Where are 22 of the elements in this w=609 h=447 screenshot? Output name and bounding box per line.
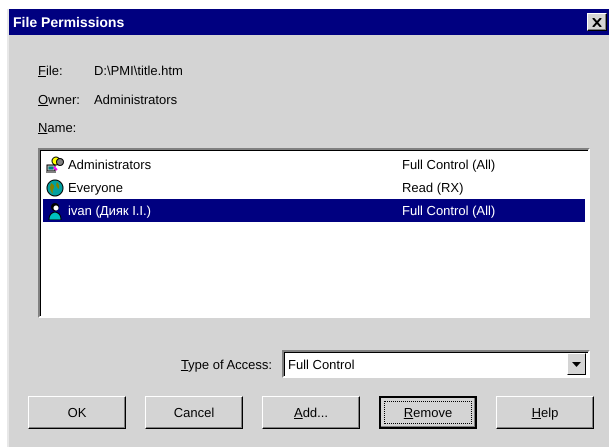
dropdown-arrow-icon bbox=[572, 362, 581, 366]
access-dropdown[interactable]: Full Control bbox=[282, 350, 590, 378]
dialog-button[interactable]: Remove bbox=[379, 396, 477, 429]
close-button[interactable] bbox=[587, 13, 607, 31]
close-icon bbox=[592, 18, 602, 26]
name-label: Name: bbox=[38, 119, 78, 137]
dialog-button[interactable]: Add... bbox=[262, 396, 360, 429]
globe-icon bbox=[46, 178, 64, 196]
dialog-button[interactable]: Cancel bbox=[145, 396, 243, 429]
dialog-button[interactable]: OK bbox=[28, 396, 126, 429]
dialog-button[interactable]: Help bbox=[496, 396, 594, 429]
permission-row[interactable]: ivan (Дияк I.I.) Full Control (All) bbox=[43, 199, 585, 222]
users-computer-icon bbox=[46, 156, 64, 174]
field-value: D:\PMI\title.htm bbox=[94, 62, 184, 80]
access-label: Type of Access: bbox=[180, 356, 272, 372]
person-icon bbox=[46, 202, 64, 220]
window-title: File Permissions bbox=[13, 14, 124, 30]
field-value: Administrators bbox=[94, 91, 178, 109]
field-label: File: bbox=[38, 62, 64, 80]
field-label: Owner: bbox=[38, 91, 81, 109]
permission-row[interactable]: Everyone Read (RX) bbox=[43, 176, 585, 199]
permission-row[interactable]: Administrators Full Control (All) bbox=[43, 153, 585, 176]
